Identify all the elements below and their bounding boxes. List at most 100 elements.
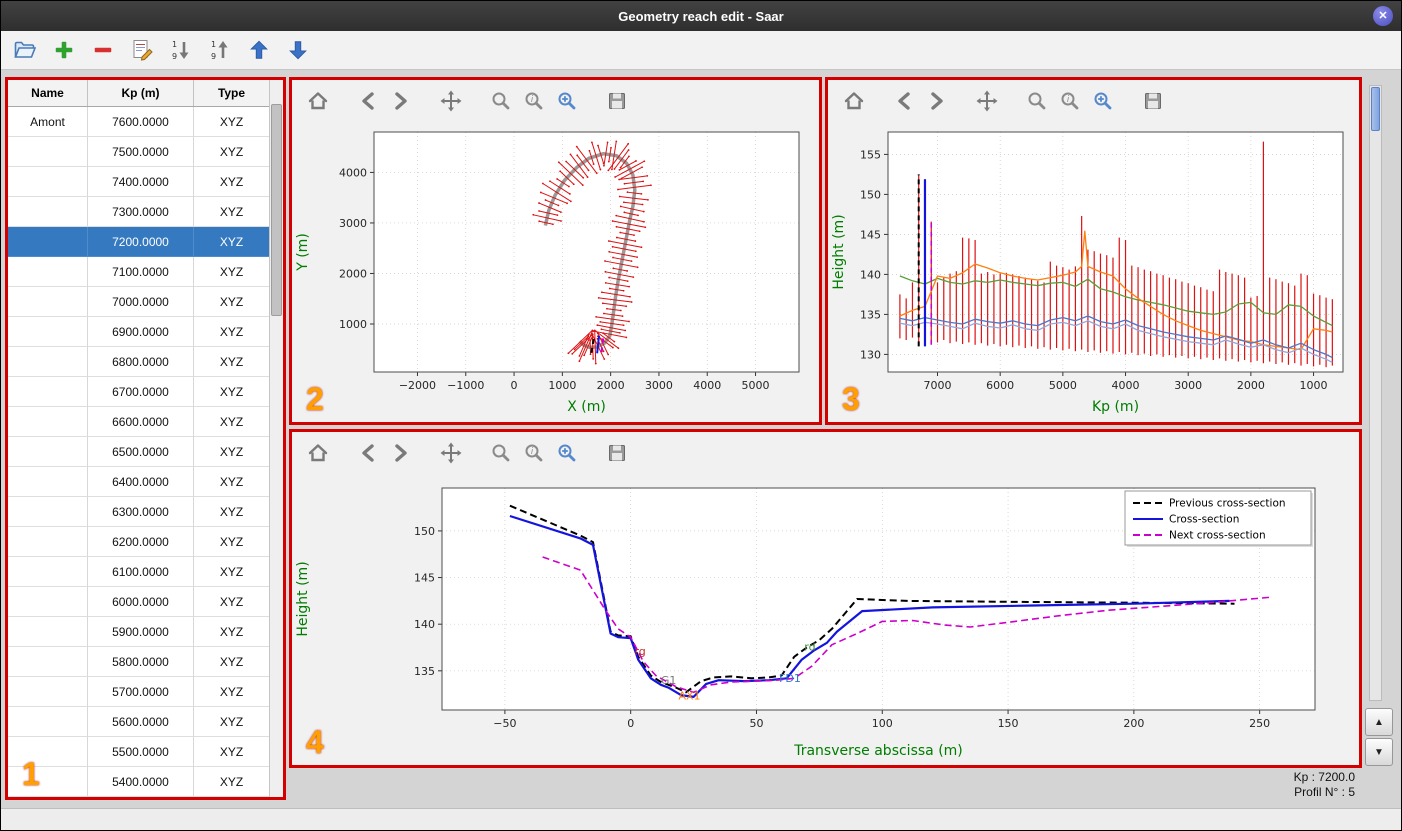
svg-text:1: 1	[172, 40, 177, 49]
table-cell-type: XYZ	[194, 497, 270, 527]
table-row[interactable]: 6300.0000 XYZ	[8, 497, 270, 527]
next-profile-button[interactable]: ▼	[1365, 738, 1393, 766]
table-cell-kp: 5800.0000	[88, 647, 194, 677]
table-cell-type: XYZ	[194, 167, 270, 197]
table-scrollbar[interactable]	[269, 80, 283, 797]
home-icon[interactable]	[306, 441, 330, 465]
add-row-icon[interactable]	[52, 38, 76, 62]
svg-text:4000: 4000	[339, 166, 367, 179]
sort-ascending-icon[interactable]: 19	[169, 38, 193, 62]
close-icon[interactable]: ✕	[1373, 6, 1393, 26]
table-row[interactable]: 5700.0000 XYZ	[8, 677, 270, 707]
svg-text:140: 140	[414, 618, 435, 631]
table-row[interactable]: 5900.0000 XYZ	[8, 617, 270, 647]
sort-descending-icon[interactable]: 19	[208, 38, 232, 62]
table-cell-name	[8, 317, 88, 347]
table-cell-type: XYZ	[194, 737, 270, 767]
save-icon[interactable]	[605, 441, 629, 465]
delete-row-icon[interactable]	[91, 38, 115, 62]
save-icon[interactable]	[605, 89, 629, 113]
profil-number: Profil N° : 5	[1294, 785, 1355, 799]
table-row[interactable]: 6700.0000 XYZ	[8, 377, 270, 407]
save-icon[interactable]	[1141, 89, 1165, 113]
app-toolbar: 19 19	[1, 31, 1401, 70]
home-icon[interactable]	[842, 89, 866, 113]
back-icon[interactable]	[356, 441, 380, 465]
zoom-in-icon[interactable]	[555, 441, 579, 465]
forward-icon[interactable]	[925, 89, 949, 113]
pan-icon[interactable]	[439, 441, 463, 465]
svg-text:250: 250	[1249, 717, 1270, 730]
svg-text:135: 135	[860, 308, 881, 321]
panel-number-2: 2	[306, 381, 324, 417]
table-row[interactable]: 6000.0000 XYZ	[8, 587, 270, 617]
table-row[interactable]: 5600.0000 XYZ	[8, 707, 270, 737]
table-cell-kp: 6300.0000	[88, 497, 194, 527]
table-row[interactable]: 5400.0000 XYZ	[8, 767, 270, 797]
previous-profile-button[interactable]: ▲	[1365, 708, 1393, 736]
table-cell-name	[8, 647, 88, 677]
reach-table: Name Kp (m) Type Amont 7600.0000 XYZ 7500.0…	[8, 80, 270, 797]
table-row[interactable]: 7500.0000 XYZ	[8, 137, 270, 167]
svg-text:Height (m): Height (m)	[831, 214, 847, 289]
back-icon[interactable]	[892, 89, 916, 113]
zoom-icon[interactable]	[489, 89, 513, 113]
table-cell-name	[8, 347, 88, 377]
table-row[interactable]: 7100.0000 XYZ	[8, 257, 270, 287]
move-down-icon[interactable]	[286, 38, 310, 62]
home-icon[interactable]	[306, 89, 330, 113]
table-row[interactable]: 5800.0000 XYZ	[8, 647, 270, 677]
svg-text:155: 155	[860, 148, 881, 161]
table-row[interactable]: 7300.0000 XYZ	[8, 197, 270, 227]
table-row[interactable]: 7400.0000 XYZ	[8, 167, 270, 197]
svg-text:Previous cross-section: Previous cross-section	[1169, 498, 1286, 510]
table-row[interactable]: 6600.0000 XYZ	[8, 407, 270, 437]
svg-text:1: 1	[211, 40, 216, 49]
svg-text:9: 9	[172, 52, 177, 61]
table-row[interactable]: 6100.0000 XYZ	[8, 557, 270, 587]
table-row[interactable]: 6800.0000 XYZ	[8, 347, 270, 377]
table-row[interactable]: 7000.0000 XYZ	[8, 287, 270, 317]
table-cell-name	[8, 437, 88, 467]
panel-number-1: 1	[22, 756, 40, 792]
table-cell-name	[8, 227, 88, 257]
zoom-info-icon[interactable]: i	[522, 89, 546, 113]
zoom-icon[interactable]	[489, 441, 513, 465]
table-row[interactable]: 6200.0000 XYZ	[8, 527, 270, 557]
pan-icon[interactable]	[975, 89, 999, 113]
zoom-in-icon[interactable]	[555, 89, 579, 113]
column-header-name[interactable]: Name	[8, 80, 88, 106]
svg-text:−50: −50	[493, 717, 516, 730]
plan-plot-canvas[interactable]: −2000 −1000 0 1000 2000 3000 4000 5000 1000 2000 3…	[292, 122, 817, 418]
column-header-kp[interactable]: Kp (m)	[88, 80, 194, 106]
pan-icon[interactable]	[439, 89, 463, 113]
table-row[interactable]: 6900.0000 XYZ	[8, 317, 270, 347]
table-scrollbar-thumb[interactable]	[271, 104, 282, 316]
forward-icon[interactable]	[389, 441, 413, 465]
profile-plot-toolbar: i	[828, 80, 1359, 122]
zoom-info-icon[interactable]: i	[522, 441, 546, 465]
right-scrollbar[interactable]	[1369, 85, 1382, 701]
open-file-icon[interactable]	[13, 38, 37, 62]
table-cell-type: XYZ	[194, 257, 270, 287]
zoom-icon[interactable]	[1025, 89, 1049, 113]
table-row[interactable]: 5500.0000 XYZ	[8, 737, 270, 767]
profile-plot-canvas[interactable]: 7000 6000 5000 4000 3000 2000 1000 130 135 140 145…	[828, 122, 1357, 418]
zoom-in-icon[interactable]	[1091, 89, 1115, 113]
back-icon[interactable]	[356, 89, 380, 113]
table-cell-name: Amont	[8, 107, 88, 137]
table-row[interactable]: 7200.0000 XYZ	[8, 227, 270, 257]
table-row[interactable]: 6500.0000 XYZ	[8, 437, 270, 467]
right-scrollbar-thumb[interactable]	[1371, 87, 1380, 131]
move-up-icon[interactable]	[247, 38, 271, 62]
column-header-type[interactable]: Type	[194, 80, 270, 106]
cross-plot-canvas[interactable]: −50 0 50 100 150 200 250 135 140 145 150 Transverse…	[292, 474, 1357, 762]
edit-table-icon[interactable]	[130, 38, 154, 62]
svg-text:130: 130	[860, 348, 881, 361]
svg-text:rd: rd	[804, 640, 815, 653]
forward-icon[interactable]	[389, 89, 413, 113]
table-row[interactable]: Amont 7600.0000 XYZ	[8, 107, 270, 137]
table-row[interactable]: 6400.0000 XYZ	[8, 467, 270, 497]
table-cell-kp: 5900.0000	[88, 617, 194, 647]
zoom-info-icon[interactable]: i	[1058, 89, 1082, 113]
